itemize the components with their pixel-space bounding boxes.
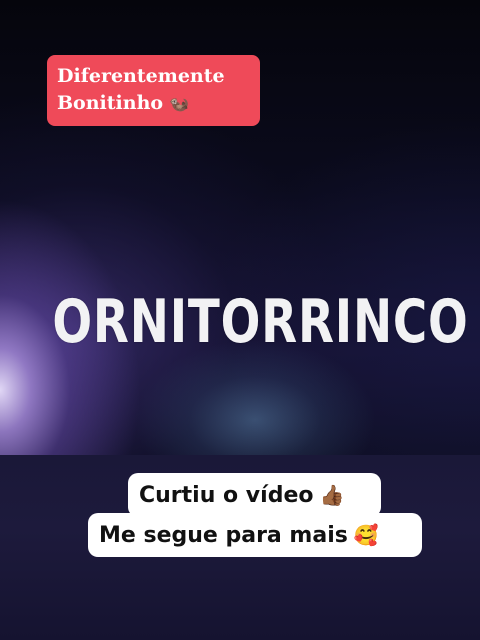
otter-emoji-icon: 🦦 xyxy=(169,94,189,113)
badge-line-2: Bonitinho 🦦 xyxy=(57,90,260,117)
smiling-hearts-emoji-icon: 🥰 xyxy=(353,523,379,547)
badge-line-2-text: Bonitinho xyxy=(57,92,164,114)
thumbs-up-emoji-icon: 👍🏾 xyxy=(319,483,345,507)
video-title: ORNITORRINCO xyxy=(52,287,469,357)
video-frame: Diferentemente Bonitinho 🦦 ORNITORRINCO C… xyxy=(0,0,480,640)
caption-liked-video: Curtiu o vídeo 👍🏾 xyxy=(128,473,381,517)
channel-badge: Diferentemente Bonitinho 🦦 xyxy=(47,55,260,126)
caption-2-text: Me segue para mais xyxy=(99,523,348,548)
caption-1-text: Curtiu o vídeo xyxy=(139,483,314,508)
badge-line-1: Diferentemente xyxy=(57,65,225,87)
caption-follow-for-more: Me segue para mais 🥰 xyxy=(88,513,422,557)
